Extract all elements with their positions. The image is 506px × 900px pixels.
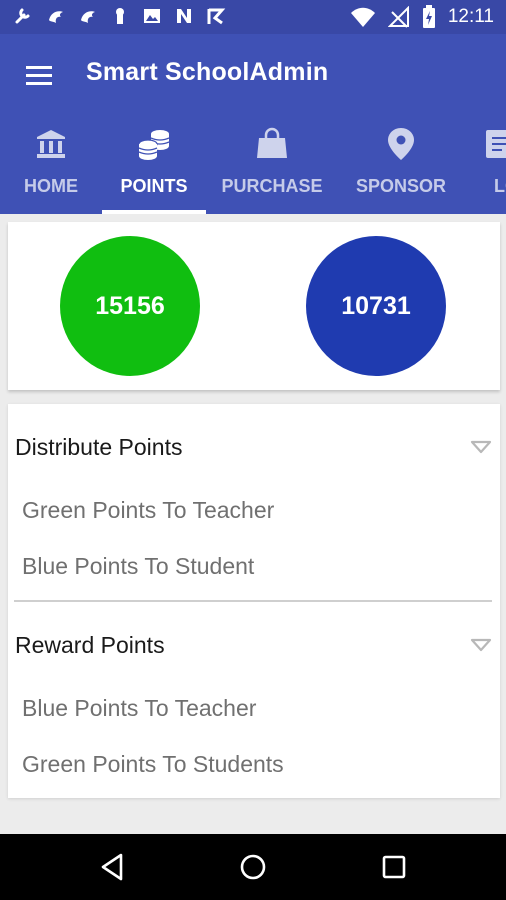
- bank-icon: [37, 130, 65, 158]
- hamburger-menu-icon[interactable]: [22, 58, 58, 94]
- system-icons: 12:11: [350, 5, 494, 29]
- chevron-down-icon[interactable]: [470, 638, 492, 652]
- tool-icon: [15, 8, 30, 24]
- app-bar: Smart SchoolAdmin HOME POINTS PURCHASE S…: [0, 34, 506, 214]
- green-points-value: 15156: [95, 291, 165, 320]
- back-triangle-icon[interactable]: [97, 851, 129, 883]
- tab-points[interactable]: POINTS: [102, 120, 206, 214]
- bird-icon: [81, 11, 95, 23]
- points-actions-card: Distribute Points Green Points To Teache…: [8, 404, 500, 798]
- chevron-down-icon[interactable]: [470, 440, 492, 454]
- image-icon: [144, 9, 160, 23]
- clock: 12:11: [447, 6, 494, 27]
- tab-points-label: POINTS: [120, 176, 188, 196]
- shopping-bag-icon: [257, 127, 287, 158]
- system-nav-bar: [0, 834, 506, 900]
- tab-lo[interactable]: LO: [464, 120, 506, 214]
- n-icon: [177, 9, 191, 23]
- blue-points-to-student[interactable]: Blue Points To Student: [22, 553, 254, 580]
- tab-purchase[interactable]: PURCHASE: [206, 120, 338, 214]
- bird-icon: [49, 11, 63, 23]
- tab-purchase-label: PURCHASE: [221, 176, 323, 196]
- wifi-icon: [350, 7, 375, 27]
- status-bar: 12:11: [0, 0, 506, 34]
- tab-home[interactable]: HOME: [0, 120, 102, 214]
- distribute-points-header[interactable]: Distribute Points: [15, 434, 182, 461]
- blue-points-value: 10731: [341, 291, 411, 320]
- recents-square-icon[interactable]: [378, 851, 410, 883]
- location-pin-icon: [388, 128, 414, 160]
- coins-icon: [138, 130, 170, 160]
- signal-off-icon: [387, 6, 409, 28]
- tab-home-label: HOME: [24, 176, 78, 196]
- blue-points-to-teacher[interactable]: Blue Points To Teacher: [22, 695, 256, 722]
- points-balance-card: 15156 10731: [8, 222, 500, 390]
- document-icon: [486, 130, 506, 158]
- green-points-to-teacher[interactable]: Green Points To Teacher: [22, 497, 274, 524]
- notification-icons: [14, 6, 226, 26]
- green-points-to-students[interactable]: Green Points To Students: [22, 751, 284, 778]
- tab-bar: HOME POINTS PURCHASE SPONSOR L: [0, 120, 506, 214]
- check-flag-icon: [207, 8, 226, 25]
- app-title: Smart SchoolAdmin: [86, 58, 329, 86]
- blue-points-circle: 10731: [306, 236, 446, 376]
- keyhole-icon: [116, 8, 124, 24]
- tab-sponsor-label: SPONSOR: [355, 176, 447, 196]
- active-tab-indicator: [102, 210, 206, 214]
- tab-lo-label: LO: [494, 176, 506, 196]
- battery-charging-icon: [422, 5, 435, 28]
- green-points-circle: 15156: [60, 236, 200, 376]
- reward-points-header[interactable]: Reward Points: [15, 632, 165, 659]
- tab-sponsor[interactable]: SPONSOR: [338, 120, 464, 214]
- section-divider: [14, 600, 492, 602]
- home-circle-icon[interactable]: [237, 851, 269, 883]
